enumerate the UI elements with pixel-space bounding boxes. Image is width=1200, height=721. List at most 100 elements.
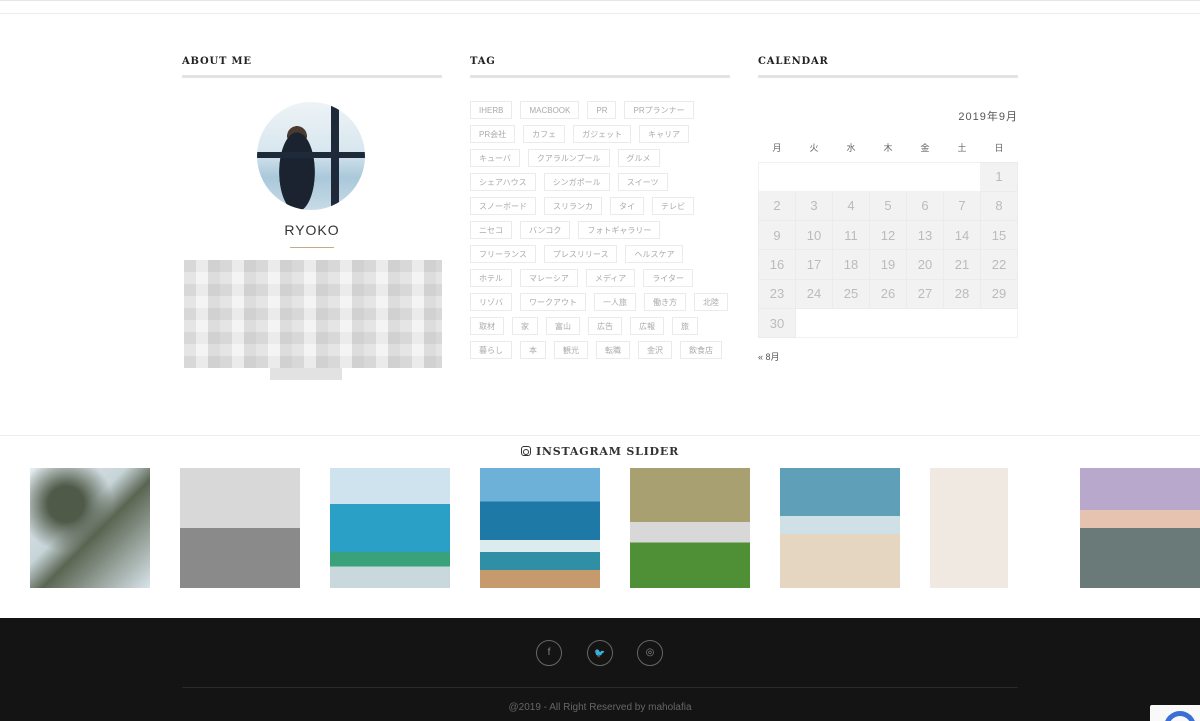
instagram-slide[interactable] [480,468,600,588]
tag-item[interactable]: ワークアウト [520,293,586,311]
tag-item[interactable]: 一人旅 [594,293,636,311]
instagram-footer-icon[interactable]: ◎ [637,640,663,666]
tag-item[interactable]: スノーボード [470,197,536,215]
tag-item[interactable]: 取材 [470,317,504,335]
instagram-divider [0,435,1200,436]
avatar [257,102,365,210]
calendar-day: 13 [906,220,944,251]
calendar-day: 9 [758,220,796,251]
tag-item[interactable]: 家 [512,317,538,335]
tag-item[interactable]: キャリア [639,125,690,143]
tag-item[interactable]: 転職 [596,341,630,359]
instagram-icon [520,446,531,456]
tag-item[interactable]: フリーランス [470,245,536,263]
tag-item[interactable]: ホテル [470,269,512,287]
instagram-title: INSTAGRAM SLIDER [0,445,1200,458]
calendar-day: 30 [758,307,796,339]
tag-item[interactable]: 暮らし [470,341,512,359]
tag-item[interactable]: MACBOOK [520,101,580,119]
calendar-day: 23 [758,278,796,309]
calendar-week: 9 10 11 12 13 14 15 [758,220,1018,251]
instagram-slide[interactable] [780,468,900,588]
recaptcha-badge[interactable] [1150,705,1200,721]
prev-month-link[interactable]: « 8月 [758,350,780,363]
top-bar [0,0,1200,14]
tag-item[interactable]: ライター [643,269,693,287]
calendar-day: 26 [869,278,907,309]
calendar-day: 12 [869,220,907,251]
calendar-day: 14 [943,220,981,251]
tag-item[interactable]: 広報 [630,317,664,335]
tag-item[interactable]: ヘルスケア [625,245,684,263]
instagram-slide[interactable] [930,468,1050,588]
instagram-slide[interactable] [1080,468,1200,588]
tag-item[interactable]: プレスリリース [543,245,618,263]
tag-title: TAG [470,56,730,78]
tag-item[interactable]: ガジェット [573,125,632,143]
tag-item[interactable]: ニセコ [470,221,512,239]
tag-item[interactable]: リゾバ [470,293,512,311]
tag-item[interactable]: クアラルンプール [527,149,610,167]
calendar-day: 5 [869,190,907,222]
calendar-day: 6 [906,190,944,222]
calendar-day: 22 [980,249,1018,280]
calendar-widget: CALENDAR 2019年9月 月火水木金土日 1 2 3 4 5 6 7 8 9 10 11 12… [758,56,1018,362]
tag-item[interactable]: カフェ [523,125,566,143]
tag-item[interactable]: 飲食店 [680,341,722,359]
tag-item[interactable]: 観光 [554,341,588,359]
calendar-day: 2 [758,190,796,222]
calendar-day: 11 [832,220,870,251]
tag-widget: TAG IHERB MACBOOK PR PRプランナー PR会社 カフェ ガジェット キャリ… [470,56,730,359]
calendar-day: 3 [795,190,833,222]
weekday-header: 金 [920,143,930,154]
instagram-slide[interactable] [330,468,450,588]
calendar-day: 28 [943,278,981,309]
calendar-week: 1 [758,161,1018,192]
tag-item[interactable]: フォトギャラリー [578,221,661,239]
instagram-slider [30,468,1200,588]
tag-item[interactable]: キューバ [470,149,520,167]
tag-item[interactable]: 金沢 [638,341,672,359]
tag-item[interactable]: 富山 [546,317,580,335]
tag-item[interactable]: シェアハウス [470,173,536,191]
blurred-bio-tail [270,368,342,380]
calendar-day: 24 [795,278,833,309]
calendar-day: 21 [943,249,981,280]
instagram-slide[interactable] [30,468,150,588]
twitter-icon[interactable]: 🐦 [587,640,613,666]
tag-item[interactable]: 北陸 [694,293,728,311]
about-title: ABOUT ME [182,56,442,78]
copyright: @2019 - All Right Reserved by maholafia [508,702,692,713]
tag-item[interactable]: 旅 [672,317,698,335]
tag-item[interactable]: メディア [585,269,636,287]
calendar-day: 1 [980,161,1018,192]
tag-item[interactable]: グルメ [617,149,660,167]
tag-item[interactable]: PR [587,101,617,119]
tag-item[interactable]: マレーシア [520,269,578,287]
about-widget: ABOUT ME RYOKO [182,56,442,380]
tag-item[interactable]: 働き方 [644,293,686,311]
tag-item[interactable]: テレビ [652,197,694,215]
tag-item[interactable]: PRプランナー [624,101,694,119]
tag-item[interactable]: PR会社 [470,125,516,143]
weekday-header: 土 [957,143,967,154]
tag-item[interactable]: 広告 [588,317,622,335]
calendar-day: 17 [795,249,833,280]
tag-item[interactable]: スリランカ [544,197,602,215]
tag-item[interactable]: シンガポール [543,173,610,191]
facebook-icon[interactable]: f [536,640,562,666]
calendar-day: 4 [832,190,870,222]
calendar-day: 15 [980,220,1018,251]
calendar-day: 16 [758,249,796,280]
instagram-slide[interactable] [630,468,750,588]
tag-item[interactable]: バンコク [520,221,571,239]
tag-item[interactable]: スイーツ [617,173,668,191]
instagram-slide[interactable] [180,468,300,588]
calendar-day: 29 [980,278,1018,309]
tag-item[interactable]: タイ [610,197,644,215]
calendar-title: CALENDAR [758,56,1018,78]
instagram-title-text: INSTAGRAM SLIDER [535,445,680,458]
tag-item[interactable]: IHERB [470,101,513,119]
weekday-header: 水 [846,143,856,154]
tag-item[interactable]: 本 [520,341,546,359]
